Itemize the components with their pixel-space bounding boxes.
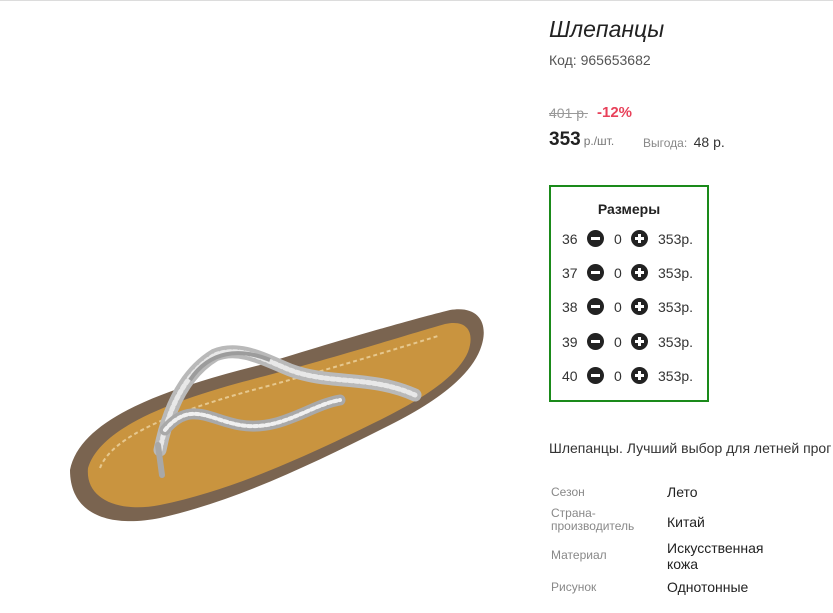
plus-circle-icon[interactable] [631, 367, 648, 384]
size-value: 38 [562, 299, 578, 315]
old-price: 401 р. [549, 105, 588, 121]
plus-circle-icon[interactable] [631, 230, 648, 247]
size-quantity: 0 [614, 368, 622, 384]
size-row: 39 0 353р. [551, 331, 707, 353]
size-quantity: 0 [614, 265, 622, 281]
size-row: 40 0 353р. [551, 365, 707, 387]
size-row: 36 0 353р. [551, 228, 707, 250]
sizes-panel: Размеры 36 0 353р. 37 0 353р. 38 0 353р.… [549, 185, 709, 402]
size-price: 353р. [658, 265, 694, 281]
product-title: Шлепанцы [549, 16, 665, 42]
minus-circle-icon[interactable] [587, 367, 604, 384]
attribute-value: Искусственная кожа [667, 540, 764, 572]
attribute-value: Однотонные [667, 579, 749, 595]
attribute-value: Китай [667, 514, 705, 530]
discount-badge: -12% [597, 104, 633, 121]
attribute-label: Страна-производитель [551, 506, 635, 533]
size-row: 37 0 353р. [551, 262, 707, 284]
minus-circle-icon[interactable] [587, 333, 604, 350]
attribute-label: Сезон [551, 485, 585, 499]
size-value: 36 [562, 231, 578, 247]
size-quantity: 0 [614, 231, 622, 247]
minus-circle-icon[interactable] [587, 264, 604, 281]
minus-circle-icon[interactable] [587, 230, 604, 247]
plus-circle-icon[interactable] [631, 264, 648, 281]
plus-circle-icon[interactable] [631, 298, 648, 315]
savings: Выгода: 48 р. [643, 134, 725, 152]
savings-label: Выгода: [643, 136, 688, 150]
size-row: 38 0 353р. [551, 296, 707, 318]
size-price: 353р. [658, 231, 694, 247]
savings-value: 48 р. [693, 134, 725, 150]
sizes-title: Размеры [597, 201, 661, 217]
product-description: Шлепанцы. Лучший выбор для летней прог [549, 440, 832, 456]
size-price: 353р. [658, 368, 694, 384]
attribute-label: Рисунок [551, 580, 597, 594]
price-value: 353 [549, 129, 581, 150]
size-price: 353р. [658, 334, 694, 350]
size-price: 353р. [658, 299, 694, 315]
attribute-label: Материал [551, 548, 607, 562]
product-image[interactable] [40, 200, 500, 560]
price-unit: р./шт. [583, 134, 615, 148]
size-value: 40 [562, 368, 578, 384]
plus-circle-icon[interactable] [631, 333, 648, 350]
attribute-value: Лето [667, 484, 698, 500]
top-divider [0, 0, 833, 1]
size-value: 37 [562, 265, 578, 281]
size-quantity: 0 [614, 299, 622, 315]
minus-circle-icon[interactable] [587, 298, 604, 315]
current-price: 353 р./шт. [549, 129, 614, 151]
size-value: 39 [562, 334, 578, 350]
size-quantity: 0 [614, 334, 622, 350]
product-sku: Код: 965653682 [549, 52, 651, 68]
